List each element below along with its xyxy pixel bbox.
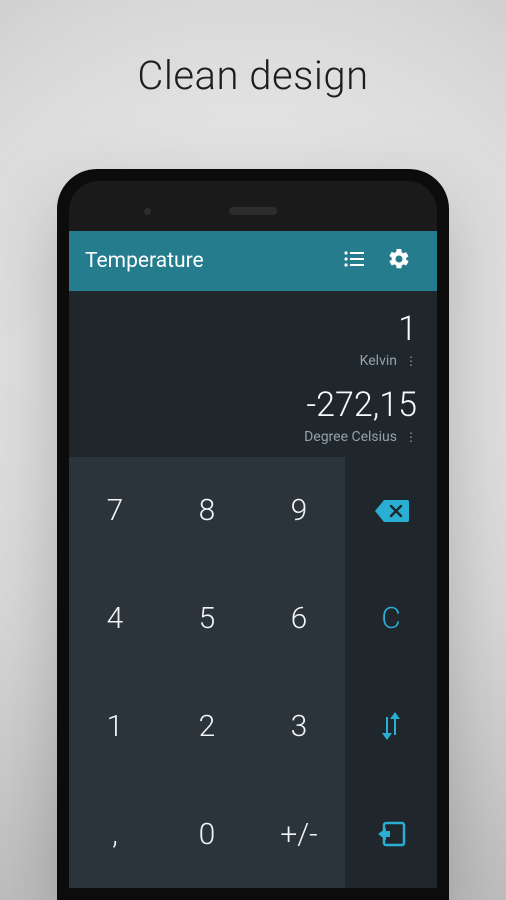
key-9[interactable]: 9: [253, 457, 345, 565]
key-backspace[interactable]: [345, 457, 437, 565]
key-enter[interactable]: [345, 780, 437, 888]
phone-camera-dot: [144, 208, 151, 215]
app-bar-title: Temperature: [85, 249, 333, 273]
key-swap[interactable]: [345, 673, 437, 781]
key-5[interactable]: 5: [161, 565, 253, 673]
app-screen: Temperature: [69, 231, 437, 888]
keypad: 7 8 9 4 5 6 C 1 2 3: [69, 457, 437, 888]
input-unit-label: Kelvin: [360, 353, 397, 369]
conversion-display: 1 Kelvin ⋮ -272,15 Degree Celsius ⋮: [69, 291, 437, 457]
app-bar: Temperature: [69, 231, 437, 291]
output-unit-label: Degree Celsius: [304, 429, 397, 445]
input-value: 1: [89, 297, 417, 349]
input-unit-selector[interactable]: Kelvin ⋮: [89, 353, 417, 369]
key-7[interactable]: 7: [69, 457, 161, 565]
output-unit-selector[interactable]: Degree Celsius ⋮: [89, 429, 417, 445]
key-2[interactable]: 2: [161, 673, 253, 781]
key-plus-minus[interactable]: +/-: [253, 780, 345, 888]
key-1[interactable]: 1: [69, 673, 161, 781]
key-6[interactable]: 6: [253, 565, 345, 673]
key-0[interactable]: 0: [161, 780, 253, 888]
key-8[interactable]: 8: [161, 457, 253, 565]
key-comma[interactable]: ,: [69, 780, 161, 888]
key-clear[interactable]: C: [345, 565, 437, 673]
swap-icon: [378, 711, 404, 741]
output-value: -272,15: [89, 373, 417, 425]
gear-icon: [387, 247, 411, 275]
phone-earpiece: [229, 207, 277, 215]
backspace-icon: [373, 498, 409, 524]
promo-tagline: Clean design: [137, 52, 368, 99]
settings-button[interactable]: [377, 247, 421, 275]
history-button[interactable]: [333, 250, 377, 272]
enter-icon: [376, 819, 406, 849]
key-3[interactable]: 3: [253, 673, 345, 781]
key-4[interactable]: 4: [69, 565, 161, 673]
more-icon: ⋮: [405, 431, 417, 443]
list-icon: [343, 250, 367, 272]
phone-bezel: Temperature: [69, 181, 437, 888]
more-icon: ⋮: [405, 355, 417, 367]
phone-frame: Temperature: [57, 169, 449, 900]
